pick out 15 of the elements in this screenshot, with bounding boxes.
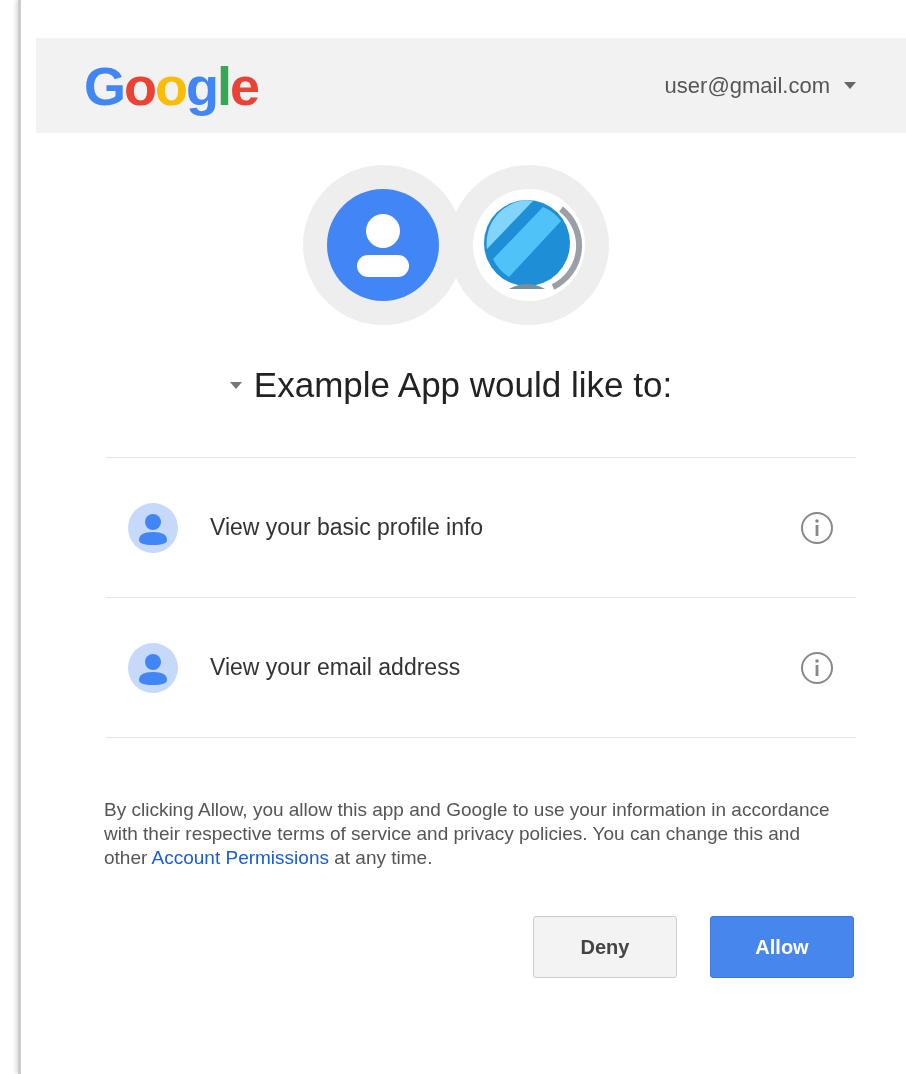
- info-icon[interactable]: [800, 510, 834, 545]
- allow-button[interactable]: Allow: [710, 916, 854, 978]
- info-icon[interactable]: [800, 650, 834, 685]
- permission-label: View your email address: [210, 654, 462, 681]
- person-icon: [128, 502, 178, 553]
- person-icon: [128, 642, 178, 693]
- deny-button[interactable]: Deny: [533, 916, 677, 978]
- caret-icon: [844, 82, 856, 89]
- consent-notice: By clicking Allow, you allow this app and Google to use your information in accordance with their respective terms of service and privacy policies. You can change this and other Account Permissions at any time.: [104, 798, 831, 870]
- account-permissions-link[interactable]: Account Permissions: [151, 847, 329, 868]
- consent-title: Example App would like to:: [253, 365, 673, 405]
- permission-label: View your basic profile info: [210, 514, 485, 541]
- caret-icon[interactable]: [229, 381, 242, 389]
- account-switcher[interactable]: user@gmail.com: [664, 72, 856, 99]
- google-logo: Google: [84, 54, 259, 117]
